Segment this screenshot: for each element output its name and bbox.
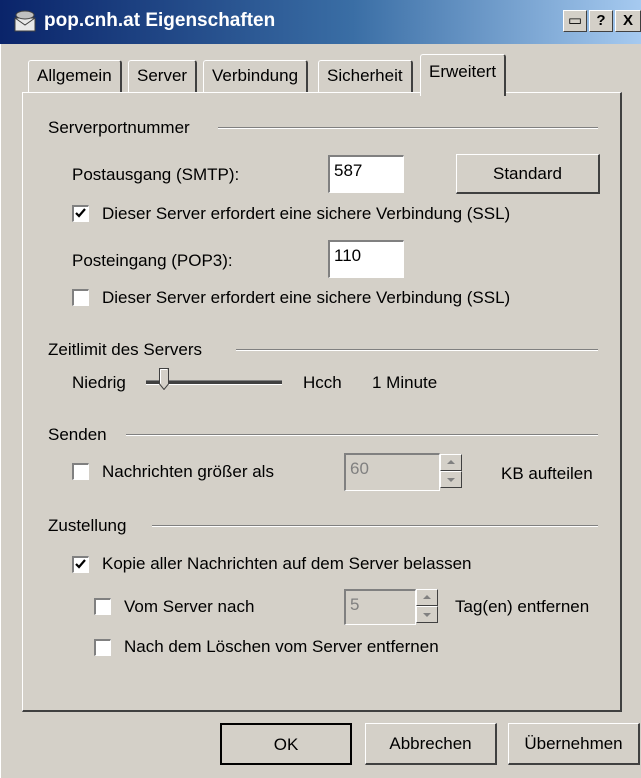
cancel-button[interactable]: Abbrechen	[365, 723, 497, 765]
pop3-ssl-label: Dieser Server erfordert eine sichere Ver…	[102, 288, 511, 307]
spin-up-button[interactable]	[440, 454, 462, 471]
group-label-delivery: Zustellung	[48, 516, 127, 535]
smtp-ssl-label: Dieser Server erfordert eine sichere Ver…	[102, 204, 511, 223]
pop3-port-input[interactable]: 110	[328, 240, 404, 278]
timeout-value-label: 1 Minute	[372, 373, 438, 392]
group-label-timeout: Zeitlimit des Servers	[48, 340, 202, 359]
arrow-up-icon	[423, 595, 431, 599]
remove-after-days-input[interactable]: 5	[344, 589, 416, 625]
help-button[interactable]: ?	[589, 10, 613, 32]
tab-erweitert[interactable]: Erweitert	[420, 54, 507, 96]
keep-copy-checkbox[interactable]	[72, 556, 89, 573]
pop3-ssl-checkbox[interactable]	[72, 289, 89, 306]
smtp-port-input[interactable]: 587	[328, 155, 404, 193]
close-button[interactable]: X	[615, 10, 641, 32]
remove-on-delete-label: Nach dem Löschen vom Server entfernen	[124, 637, 439, 656]
split-messages-label: Nachrichten größer als	[102, 462, 274, 481]
arrow-down-icon	[447, 478, 455, 482]
ok-button[interactable]: OK	[220, 723, 352, 765]
mail-account-icon	[12, 9, 38, 33]
keep-copy-label: Kopie aller Nachrichten auf dem Server b…	[102, 554, 472, 573]
remove-on-delete-checkbox[interactable]	[94, 639, 111, 656]
tab-sicherheit[interactable]: Sicherheit	[318, 60, 413, 93]
close-icon: X	[622, 12, 633, 29]
restore-button[interactable]: ▭	[563, 10, 587, 32]
group-divider	[126, 434, 598, 436]
smtp-ssl-checkbox[interactable]	[72, 205, 89, 222]
pop3-label: Posteingang (POP3):	[72, 251, 233, 270]
remove-after-spinner[interactable]	[416, 589, 438, 625]
smtp-label: Postausgang (SMTP):	[72, 165, 240, 184]
group-label-send: Senden	[48, 425, 107, 444]
group-divider	[236, 349, 598, 351]
timeout-high-label: Hcch	[303, 373, 342, 392]
spin-down-button[interactable]	[440, 471, 462, 488]
timeout-low-label: Niedrig	[72, 373, 126, 392]
group-label-serverport: Serverportnummer	[48, 118, 190, 137]
tab-verbindung[interactable]: Verbindung	[203, 60, 309, 93]
standard-button[interactable]: Standard	[456, 154, 600, 194]
arrow-down-icon	[423, 613, 431, 617]
group-divider	[218, 127, 598, 129]
split-messages-checkbox[interactable]	[72, 463, 89, 480]
split-size-input[interactable]: 60	[344, 453, 440, 491]
checkmark-icon	[75, 208, 86, 218]
spin-up-button[interactable]	[416, 589, 438, 606]
window-title: pop.cnh.at Eigenschaften	[44, 10, 276, 31]
days-label: Tag(en) entfernen	[455, 597, 590, 616]
tab-allgemein[interactable]: Allgemein	[28, 60, 122, 93]
checkmark-icon	[75, 559, 86, 569]
remove-after-label: Vom Server nach	[124, 597, 255, 616]
timeout-slider-thumb[interactable]	[158, 368, 169, 391]
help-icon: ?	[596, 12, 606, 29]
remove-after-checkbox[interactable]	[94, 598, 111, 615]
group-divider	[152, 525, 598, 527]
restore-icon: ▭	[567, 12, 583, 29]
apply-button[interactable]: Übernehmen	[508, 723, 640, 765]
arrow-up-icon	[447, 460, 455, 464]
split-unit-label: KB aufteilen	[501, 464, 593, 483]
spin-down-button[interactable]	[416, 606, 438, 623]
tab-server[interactable]: Server	[128, 60, 198, 93]
split-size-spinner[interactable]	[440, 454, 462, 490]
